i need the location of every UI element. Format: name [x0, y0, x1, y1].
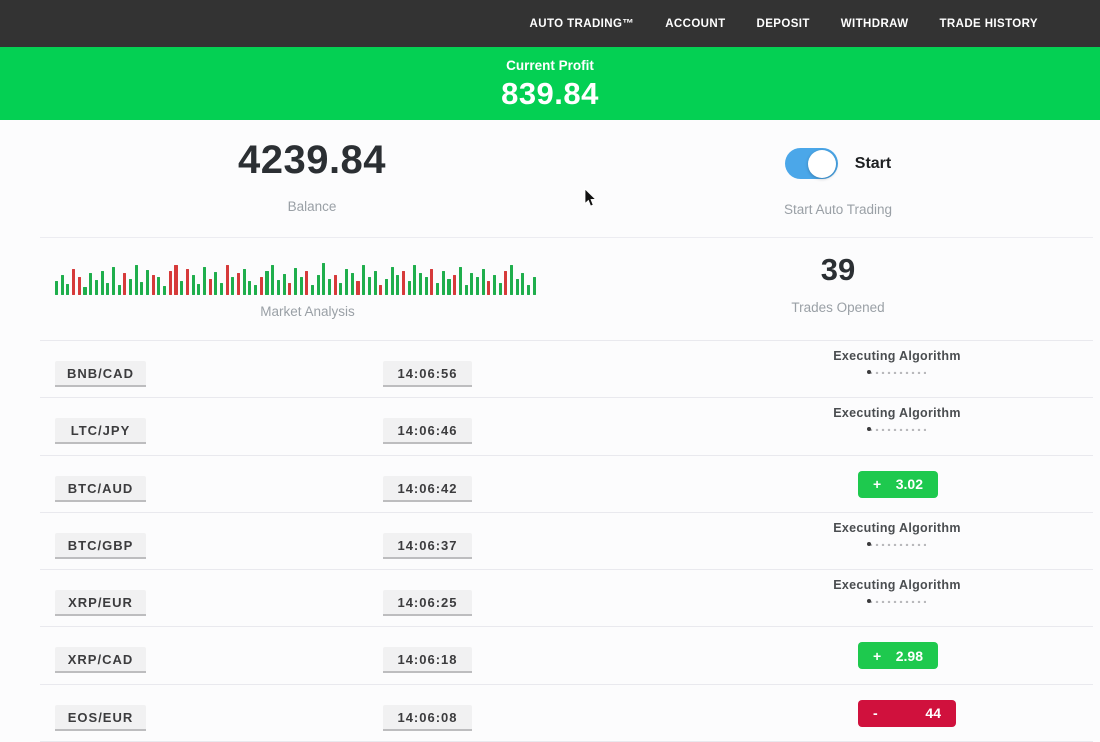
table-row: EOS/EUR 14:06:08 - 44 [40, 685, 1093, 742]
time-chip: 14:06:56 [383, 361, 472, 387]
balance-stat: 4239.84 Balance [112, 138, 512, 214]
profit-amount: 2.98 [896, 648, 923, 664]
executing-algorithm-label: Executing Algorithm [797, 578, 997, 592]
executing-algorithm-label: Executing Algorithm [797, 406, 997, 420]
table-row: XRP/CAD 14:06:18 + 2.98 [40, 627, 1093, 684]
executing-algorithm-label: Executing Algorithm [797, 349, 997, 363]
executing-algorithm-label: Executing Algorithm [797, 521, 997, 535]
nav-item-withdraw[interactable]: WITHDRAW [841, 18, 909, 30]
loss-sign: - [873, 705, 878, 721]
pair-chip: EOS/EUR [55, 705, 146, 731]
pair-chip: XRP/CAD [55, 647, 146, 673]
trade-status: Executing Algorithm [797, 349, 997, 374]
time-chip: 14:06:37 [383, 533, 472, 559]
progress-dots [868, 370, 926, 374]
balance-value: 4239.84 [112, 138, 512, 183]
current-profit-value: 839.84 [0, 76, 1100, 112]
profit-badge: + 2.98 [858, 642, 938, 669]
current-profit-label: Current Profit [0, 47, 1100, 73]
market-analysis-label: Market Analysis [55, 304, 560, 319]
trades-list: BNB/CAD 14:06:56 Executing Algorithm LTC… [40, 341, 1093, 742]
trade-status: Executing Algorithm [797, 521, 997, 546]
nav-item-trade-history[interactable]: TRADE HISTORY [940, 18, 1039, 30]
divider [40, 237, 1093, 238]
profit-sign: + [873, 476, 881, 492]
trades-opened-value: 39 [738, 252, 938, 288]
time-chip: 14:06:08 [383, 705, 472, 731]
table-row: BTC/GBP 14:06:37 Executing Algorithm [40, 513, 1093, 570]
pair-chip: LTC/JPY [55, 418, 146, 444]
table-row: BNB/CAD 14:06:56 Executing Algorithm [40, 341, 1093, 398]
auto-trading-toggle[interactable] [785, 148, 838, 179]
top-nav: AUTO TRADING™ ACCOUNT DEPOSIT WITHDRAW T… [0, 0, 1100, 47]
progress-dots [868, 599, 926, 603]
loss-amount: 44 [925, 705, 941, 721]
table-row: LTC/JPY 14:06:46 Executing Algorithm [40, 398, 1093, 455]
market-analysis-bars [55, 258, 560, 295]
profit-sign: + [873, 648, 881, 664]
table-row: BTC/AUD 14:06:42 + 3.02 [40, 456, 1093, 513]
progress-dots [868, 542, 926, 546]
nav-item-auto-trading[interactable]: AUTO TRADING™ [530, 18, 635, 30]
trades-opened-stat: 39 Trades Opened [738, 252, 938, 315]
pair-chip: XRP/EUR [55, 590, 146, 616]
nav-item-account[interactable]: ACCOUNT [665, 18, 725, 30]
profit-amount: 3.02 [896, 476, 923, 492]
trade-status: Executing Algorithm [797, 578, 997, 603]
market-analysis-stat: Market Analysis [55, 258, 560, 319]
time-chip: 14:06:18 [383, 647, 472, 673]
mouse-cursor-icon [583, 188, 597, 208]
loss-badge: - 44 [858, 700, 956, 727]
trades-opened-label: Trades Opened [738, 300, 938, 315]
profit-badge: + 3.02 [858, 471, 938, 498]
time-chip: 14:06:46 [383, 418, 472, 444]
balance-label: Balance [112, 199, 512, 214]
time-chip: 14:06:25 [383, 590, 472, 616]
time-chip: 14:06:42 [383, 476, 472, 502]
pair-chip: BTC/AUD [55, 476, 146, 502]
trade-status: Executing Algorithm [797, 406, 997, 431]
toggle-label: Start [855, 155, 891, 173]
auto-trading-caption: Start Auto Trading [738, 202, 938, 217]
current-profit-banner: Current Profit 839.84 [0, 47, 1100, 120]
auto-trading-stat: Start Start Auto Trading [738, 148, 938, 217]
table-row: XRP/EUR 14:06:25 Executing Algorithm [40, 570, 1093, 627]
pair-chip: BTC/GBP [55, 533, 146, 559]
toggle-knob-icon [808, 150, 836, 178]
pair-chip: BNB/CAD [55, 361, 146, 387]
progress-dots [868, 427, 926, 431]
nav-item-deposit[interactable]: DEPOSIT [757, 18, 810, 30]
